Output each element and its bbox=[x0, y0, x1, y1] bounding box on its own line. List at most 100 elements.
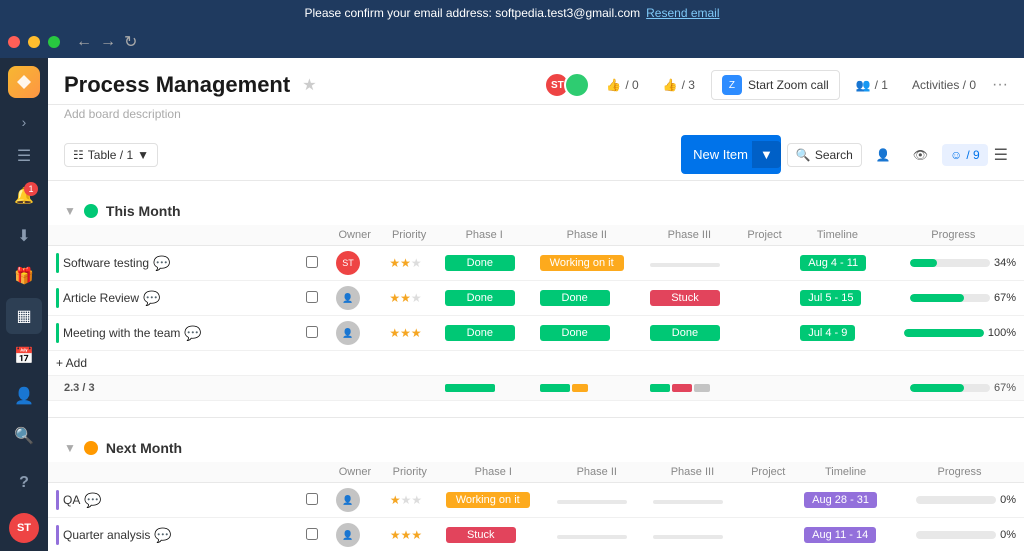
new-item-button[interactable]: New Item ▼ bbox=[681, 135, 781, 174]
notification-badge: 1 bbox=[24, 182, 38, 196]
row-check-cell bbox=[298, 483, 328, 518]
row-checkbox[interactable] bbox=[306, 528, 318, 540]
group-toggle-icon[interactable]: ▼ bbox=[64, 204, 76, 218]
calendar-icon: 📅 bbox=[14, 346, 34, 366]
owner-avatar: 👤 bbox=[336, 286, 360, 310]
row-name-cell: Quarter analysis 💬 bbox=[48, 518, 298, 551]
collab-button[interactable]: ☺ / 9 bbox=[942, 144, 988, 166]
row-phase1-cell: Stuck bbox=[438, 518, 549, 551]
row-project-cell bbox=[740, 483, 796, 518]
row-owner-cell: 👤 bbox=[328, 281, 381, 316]
row-phase2-cell: Working on it bbox=[532, 246, 642, 281]
row-checkbox[interactable] bbox=[306, 326, 318, 338]
group-toggle-icon[interactable]: ▼ bbox=[64, 441, 76, 455]
likes-icon: 👍 bbox=[663, 78, 678, 92]
row-progress-cell: 100% bbox=[883, 316, 1024, 351]
col-name bbox=[48, 225, 298, 246]
sidebar-item-calendar[interactable]: 📅 bbox=[6, 338, 42, 374]
sidebar-item-menu[interactable]: ☰ bbox=[6, 138, 42, 174]
comment-icon[interactable]: 💬 bbox=[184, 325, 201, 342]
filter-button[interactable]: ☰ bbox=[994, 145, 1008, 165]
col-phase3: Phase III bbox=[642, 225, 737, 246]
close-button[interactable] bbox=[8, 36, 20, 48]
maximize-button[interactable] bbox=[48, 36, 60, 48]
row-checkbox[interactable] bbox=[306, 291, 318, 303]
row-phase2-cell: Done bbox=[532, 281, 642, 316]
header-actions: ST 👍 / 0 👍 / 3 Z Start Zoom call 👥 bbox=[544, 70, 1008, 100]
add-row-button[interactable]: + Add bbox=[48, 351, 1024, 376]
row-phase1-cell: Done bbox=[437, 281, 532, 316]
row-phase3-cell bbox=[645, 518, 741, 551]
col-phase3: Phase III bbox=[645, 462, 741, 483]
col-phase1: Phase I bbox=[438, 462, 549, 483]
table-row: Article Review 💬 👤 ★★★ Done bbox=[48, 281, 1024, 316]
row-priority-cell: ★★★ bbox=[382, 483, 438, 518]
comment-icon[interactable]: 💬 bbox=[154, 527, 171, 544]
row-name: Software testing bbox=[63, 256, 149, 270]
row-name: Article Review bbox=[63, 291, 139, 305]
comment-icon[interactable]: 💬 bbox=[153, 255, 170, 272]
row-check-cell bbox=[298, 246, 328, 281]
row-phase3-cell bbox=[642, 246, 737, 281]
sidebar-item-help[interactable]: ? bbox=[6, 465, 42, 501]
summary-phase1 bbox=[437, 376, 532, 401]
row-name-cell: Meeting with the team 💬 bbox=[48, 316, 298, 351]
summary-progress: 67% bbox=[883, 376, 1024, 401]
resend-email-link[interactable]: Resend email bbox=[646, 6, 719, 20]
sidebar-item-search[interactable]: 🔍 bbox=[6, 418, 42, 454]
inbox-icon: ⬇ bbox=[17, 226, 30, 246]
col-project: Project bbox=[737, 225, 792, 246]
comment-icon[interactable]: 💬 bbox=[84, 492, 101, 509]
sidebar-item-board[interactable]: ▦ bbox=[6, 298, 42, 334]
notification-text: Please confirm your email address: softp… bbox=[304, 6, 640, 20]
row-timeline-cell: Aug 4 - 11 bbox=[792, 246, 882, 281]
person-filter-button[interactable]: 👤 bbox=[868, 144, 899, 166]
sidebar-item-notifications[interactable]: 🔔 1 bbox=[6, 178, 42, 214]
table-view-button[interactable]: ☷ Table / 1 ▼ bbox=[64, 143, 158, 167]
new-item-dropdown-icon[interactable]: ▼ bbox=[752, 141, 781, 168]
next-month-table: Owner Priority Phase I Phase II Phase II… bbox=[48, 462, 1024, 551]
sidebar-collapse-button[interactable]: › bbox=[18, 110, 31, 134]
group-next-month: ▼ Next Month Owner Priority Phase I Phas… bbox=[48, 434, 1024, 551]
title-bar: ← → ↻ bbox=[0, 26, 1024, 58]
row-priority-cell: ★★★ bbox=[381, 281, 436, 316]
more-options-button[interactable]: ··· bbox=[992, 76, 1008, 94]
user-avatar-sidebar[interactable]: ST bbox=[9, 513, 39, 543]
summary-project bbox=[737, 376, 792, 401]
favorite-star-icon[interactable]: ★ bbox=[302, 75, 316, 95]
row-progress-cell: 0% bbox=[895, 518, 1024, 551]
section-divider bbox=[48, 417, 1024, 418]
sidebar-item-gift[interactable]: 🎁 bbox=[6, 258, 42, 294]
add-row[interactable]: + Add bbox=[48, 351, 1024, 376]
eye-button[interactable]: 👁 bbox=[905, 144, 936, 166]
row-timeline-cell: Jul 5 - 15 bbox=[792, 281, 882, 316]
search-button[interactable]: 🔍 Search bbox=[787, 143, 862, 167]
col-owner-check bbox=[298, 225, 328, 246]
comment-icon[interactable]: 💬 bbox=[143, 290, 160, 307]
refresh-button[interactable]: ↻ bbox=[124, 32, 137, 52]
activities-button[interactable]: Activities / 0 bbox=[904, 74, 984, 96]
zoom-button[interactable]: Z Start Zoom call bbox=[711, 70, 840, 100]
sidebar-item-people[interactable]: 👤 bbox=[6, 378, 42, 414]
col-phase2: Phase II bbox=[549, 462, 645, 483]
people-count-button[interactable]: 👥 / 1 bbox=[848, 74, 896, 96]
board-description[interactable]: Add board description bbox=[48, 105, 1024, 129]
minimize-button[interactable] bbox=[28, 36, 40, 48]
sidebar-item-inbox[interactable]: ⬇ bbox=[6, 218, 42, 254]
zoom-icon: Z bbox=[722, 75, 742, 95]
row-name: Quarter analysis bbox=[63, 528, 150, 542]
forward-button[interactable]: → bbox=[100, 33, 116, 51]
toolbar: ☷ Table / 1 ▼ New Item ▼ 🔍 Search 👤 👁 bbox=[48, 129, 1024, 181]
sidebar: › ☰ 🔔 1 ⬇ 🎁 ▦ 📅 👤 🔍 ? ST bbox=[0, 58, 48, 551]
likes-button[interactable]: 👍 / 3 bbox=[655, 74, 703, 96]
row-phase2-cell: Done bbox=[532, 316, 642, 351]
row-checkbox[interactable] bbox=[306, 493, 318, 505]
table-row: Meeting with the team 💬 👤 ★★★ bbox=[48, 316, 1024, 351]
back-button[interactable]: ← bbox=[76, 33, 92, 51]
row-name: QA bbox=[63, 493, 80, 507]
row-owner-cell: 👤 bbox=[328, 316, 381, 351]
reactions-button[interactable]: 👍 / 0 bbox=[598, 74, 646, 96]
app-logo bbox=[8, 66, 40, 98]
row-name-cell: Software testing 💬 bbox=[48, 246, 298, 281]
row-checkbox[interactable] bbox=[306, 256, 318, 268]
